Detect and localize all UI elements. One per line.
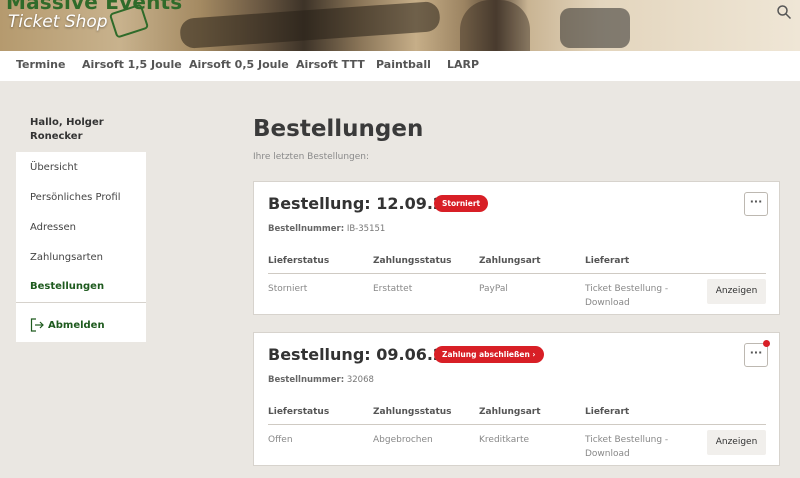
logo-subtitle[interactable]: Ticket Shop [8,12,108,32]
logout-icon [30,318,44,332]
order-number-label: Bestellnummer: [268,375,345,385]
user-greeting: Hallo, Holger Ronecker [30,117,104,142]
column-header-zahlungsart: Zahlungsart [479,256,541,266]
nav-item-airsoft-05[interactable]: Airsoft 0,5 Joule [189,58,289,71]
sidebar-divider [16,302,146,303]
page-title: Bestellungen [253,116,424,142]
order-menu-button[interactable]: ··· [744,192,768,216]
complete-payment-button[interactable]: Zahlung abschließen › [434,346,544,363]
sidebar-item-orders[interactable]: Bestellungen [30,281,104,292]
show-order-button[interactable]: Anzeigen [707,279,766,304]
search-icon[interactable] [776,4,792,20]
order-card: Bestellung: 12.09.21 Storniert Bestellnu… [253,181,780,315]
cell-lieferstatus: Storniert [268,284,308,294]
cell-zahlungsart: PayPal [479,284,508,294]
column-divider [268,273,766,274]
column-header-lieferstatus: Lieferstatus [268,407,330,417]
logout-label: Abmelden [48,319,105,331]
order-card: Bestellung: 09.06.21 Zahlung abschließen… [253,332,780,466]
sidebar-item-payment-methods[interactable]: Zahlungsarten [30,252,103,263]
order-number-label: Bestellnummer: [268,224,345,234]
header-banner-image [179,0,441,50]
cell-lieferstatus: Offen [268,435,293,445]
nav-item-larp[interactable]: LARP [447,58,479,71]
nav-item-termine[interactable]: Termine [16,58,65,71]
cell-zahlungsstatus: Abgebrochen [373,435,433,445]
nav-item-paintball[interactable]: Paintball [376,58,431,71]
cell-lieferart-line1: Ticket Bestellung - [585,435,669,445]
sidebar-item-profile[interactable]: Persönliches Profil [30,192,120,203]
column-header-zahlungsart: Zahlungsart [479,407,541,417]
column-divider [268,424,766,425]
cell-lieferart-line1: Ticket Bestellung - [585,284,669,294]
show-order-button[interactable]: Anzeigen [707,430,766,455]
sidebar-item-addresses[interactable]: Adressen [30,222,76,233]
cell-lieferart: Ticket Bestellung - Download [585,433,668,461]
order-number-value: IB-35151 [346,224,386,234]
cell-zahlungsstatus: Erstattet [373,284,413,294]
column-header-zahlungsstatus: Zahlungsstatus [373,407,452,417]
order-number-value: 32068 [346,375,374,385]
column-header-lieferart: Lieferart [585,256,630,266]
cell-lieferart: Ticket Bestellung - Download [585,282,668,310]
main-nav: Termine Airsoft 1,5 Joule Airsoft 0,5 Jo… [0,51,800,81]
page-subtitle: Ihre letzten Bestellungen: [253,152,370,162]
nav-item-airsoft-15[interactable]: Airsoft 1,5 Joule [82,58,182,71]
nav-item-airsoft-ttt[interactable]: Airsoft TTT [296,58,365,71]
cell-lieferart-line2: Download [585,298,630,308]
header-banner-figure [460,0,530,51]
logout-link[interactable]: Abmelden [30,318,105,332]
order-title: Bestellung: 09.06.21 [268,345,456,364]
status-badge: Storniert [434,195,489,212]
cell-lieferart-line2: Download [585,449,630,459]
notification-dot [763,340,770,347]
cell-zahlungsart: Kreditkarte [479,435,530,445]
column-header-lieferart: Lieferart [585,407,630,417]
column-header-zahlungsstatus: Zahlungsstatus [373,256,452,266]
column-header-lieferstatus: Lieferstatus [268,256,330,266]
sidebar-item-overview[interactable]: Übersicht [30,162,78,173]
site-header: Massive Events Ticket Shop [0,0,800,51]
account-sidebar: Übersicht Persönliches Profil Adressen Z… [16,152,146,342]
order-title: Bestellung: 12.09.21 [268,194,456,213]
header-banner-marker [560,8,630,48]
order-number: Bestellnummer: IB-35151 [268,224,385,234]
order-number: Bestellnummer: 32068 [268,375,374,385]
